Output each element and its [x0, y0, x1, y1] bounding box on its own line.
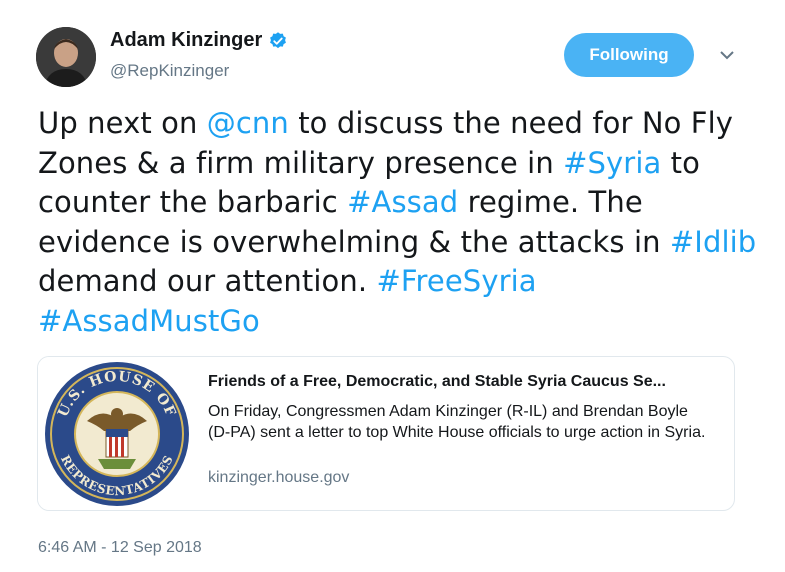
- following-button[interactable]: Following: [564, 33, 694, 77]
- hashtag-link[interactable]: #Idlib: [670, 225, 756, 259]
- tweet-text-segment: Up next on: [38, 106, 207, 140]
- card-description: On Friday, Congressmen Adam Kinzinger (R…: [208, 403, 706, 441]
- author-name[interactable]: Adam Kinzinger: [110, 29, 262, 52]
- tweet-text: Up next on @cnn to discuss the need for …: [38, 104, 758, 341]
- chevron-down-icon[interactable]: [718, 48, 736, 62]
- hashtag-link[interactable]: #Assad: [347, 185, 458, 219]
- verified-badge-icon: [270, 31, 287, 48]
- card-title[interactable]: Friends of a Free, Democratic, and Stabl…: [208, 373, 718, 391]
- avatar[interactable]: [36, 27, 96, 87]
- mention-link[interactable]: @cnn: [207, 106, 289, 140]
- tweet-text-segment: demand our attention.: [38, 264, 377, 298]
- hashtag-link[interactable]: #Syria: [563, 146, 661, 180]
- tweet-timestamp[interactable]: 6:46 AM - 12 Sep 2018: [38, 539, 202, 557]
- hashtag-link[interactable]: #FreeSyria: [376, 264, 536, 298]
- card-image: U.S. HOUSE OF REPRESENTATIVES: [38, 357, 195, 510]
- house-seal-icon: U.S. HOUSE OF REPRESENTATIVES: [44, 361, 189, 506]
- author-handle[interactable]: @RepKinzinger: [110, 61, 229, 81]
- card-domain[interactable]: kinzinger.house.gov: [208, 469, 349, 487]
- avatar-image: [36, 27, 96, 87]
- link-card[interactable]: U.S. HOUSE OF REPRESENTATIVES Friends of…: [37, 356, 735, 511]
- hashtag-link[interactable]: #AssadMustGo: [38, 304, 260, 338]
